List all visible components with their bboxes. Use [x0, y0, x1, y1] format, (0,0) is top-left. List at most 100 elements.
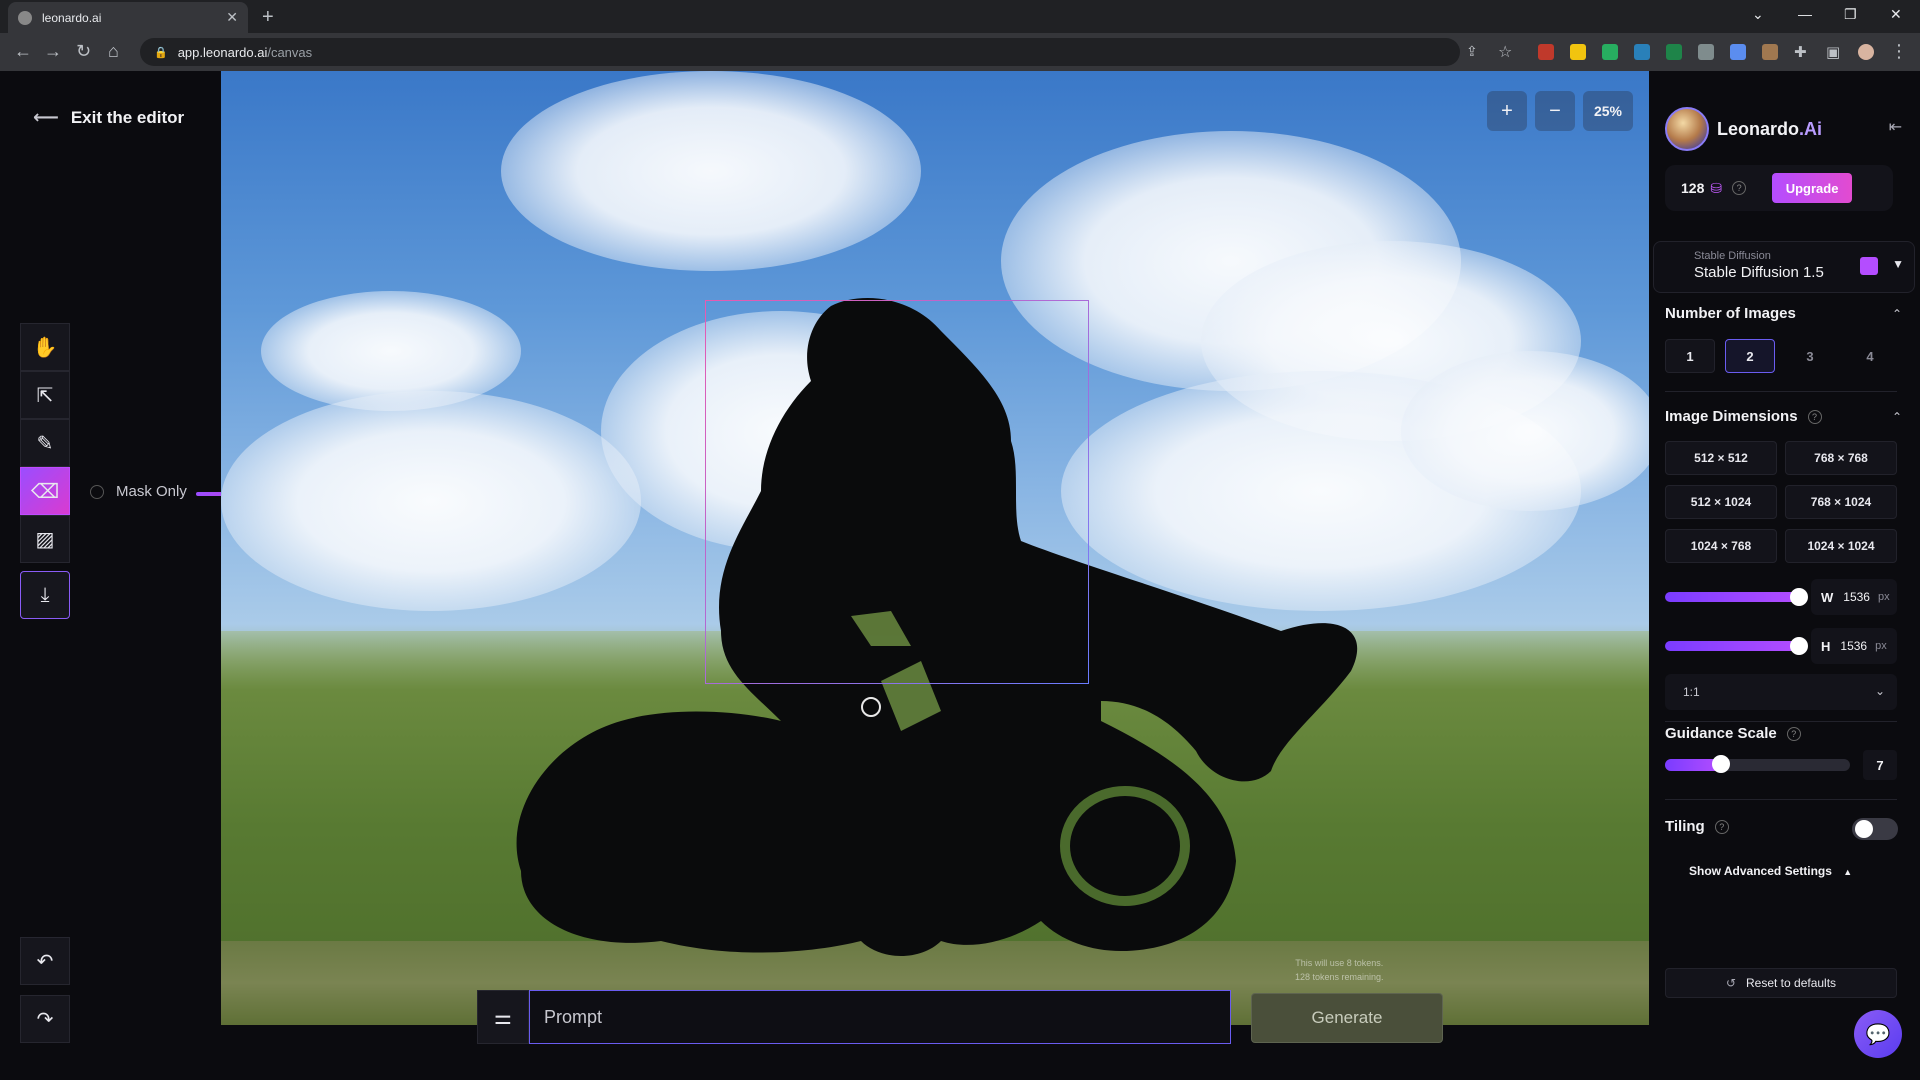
restore-icon[interactable]: ❐	[1844, 6, 1857, 23]
num-images-4[interactable]: 4	[1845, 339, 1895, 373]
reset-icon: ↺	[1725, 976, 1736, 990]
help-icon[interactable]: ?	[1714, 819, 1729, 834]
bookmark-star-icon[interactable]: ☆	[1498, 42, 1512, 62]
guidance-scale-knob[interactable]	[1711, 755, 1730, 773]
divider	[1665, 721, 1897, 722]
new-tab-icon[interactable]: +	[262, 6, 274, 29]
zoom-out-button[interactable]: −	[1535, 91, 1575, 131]
aspect-ratio-select[interactable]: 1:1 ⌄	[1665, 674, 1897, 710]
model-selector[interactable]: Stable Diffusion Stable Diffusion 1.5 ▼	[1653, 241, 1915, 293]
undo-button[interactable]: ↶	[20, 937, 70, 985]
extension-icon[interactable]	[1762, 44, 1778, 60]
brand-name: Leonardo.Ai	[1717, 119, 1822, 140]
num-images-1[interactable]: 1	[1665, 339, 1715, 373]
redo-icon: ↷	[36, 1008, 54, 1031]
share-icon[interactable]: ⇪	[1466, 43, 1478, 60]
tiling-toggle[interactable]	[1852, 818, 1898, 840]
dim-1024x768[interactable]: 1024 × 768	[1665, 529, 1777, 563]
chevron-up-icon[interactable]: ⌃	[1892, 410, 1902, 424]
hand-tool[interactable]: ✋	[20, 323, 70, 371]
exit-editor-label: Exit the editor	[70, 107, 185, 127]
image-dimensions-heading: Image Dimensions?	[1665, 408, 1822, 425]
help-icon[interactable]: ?	[1807, 409, 1822, 424]
exit-editor-button[interactable]: ⟵ Exit the editor	[33, 107, 184, 128]
dim-1024x1024[interactable]: 1024 × 1024	[1785, 529, 1897, 563]
profile-avatar[interactable]	[1858, 44, 1874, 60]
collapse-panel-icon[interactable]: ⇤	[1889, 117, 1902, 137]
image-canvas[interactable]: + − 25% This will use 8 tokens. 128 toke…	[221, 71, 1649, 1025]
close-tab-icon[interactable]: ✕	[226, 9, 238, 26]
dim-768x1024[interactable]: 768 × 1024	[1785, 485, 1897, 519]
divider	[1665, 391, 1897, 392]
token-cost-note: This will use 8 tokens. 128 tokens remai…	[1295, 956, 1384, 984]
close-window-icon[interactable]: ✕	[1890, 6, 1902, 23]
num-images-3[interactable]: 3	[1785, 339, 1835, 373]
side-panel-icon[interactable]: ▣	[1826, 43, 1840, 61]
dim-768x768[interactable]: 768 × 768	[1785, 441, 1897, 475]
extension-icon[interactable]	[1570, 44, 1586, 60]
caret-down-icon: ▼	[1892, 257, 1904, 271]
puzzle-extensions-icon[interactable]: ✚	[1794, 43, 1807, 61]
num-images-2[interactable]: 2	[1725, 339, 1775, 373]
erase-tool[interactable]: ⌫	[20, 467, 70, 515]
extension-icon[interactable]	[1602, 44, 1618, 60]
width-slider[interactable]	[1665, 588, 1808, 606]
tiling-title: Tiling	[1665, 818, 1705, 835]
generate-button[interactable]: Generate	[1251, 993, 1443, 1043]
leonardo-logo	[1665, 107, 1709, 151]
image-upload-tool[interactable]: ▨	[20, 515, 70, 563]
dim-512x512[interactable]: 512 × 512	[1665, 441, 1777, 475]
hand-icon: ✋	[32, 336, 58, 359]
mask-only-toggle[interactable]: Mask Only	[90, 483, 187, 500]
download-icon: ⤓	[40, 583, 50, 606]
chat-support-button[interactable]: 💬	[1854, 1010, 1902, 1058]
select-tool[interactable]: ⇱	[20, 371, 70, 419]
help-icon[interactable]: ?	[1786, 726, 1801, 741]
help-icon[interactable]: ?	[1732, 181, 1747, 195]
generation-frame[interactable]	[705, 300, 1089, 684]
select-icon: ⇱	[36, 384, 54, 407]
dim-512x1024[interactable]: 512 × 1024	[1665, 485, 1777, 519]
width-field[interactable]: W 1536 px	[1811, 579, 1897, 615]
forward-icon[interactable]: →	[44, 41, 62, 62]
address-bar[interactable]: 🔒 app.leonardo.ai/canvas	[140, 38, 1460, 66]
extension-icon[interactable]	[1666, 44, 1682, 60]
extension-icon[interactable]	[1730, 44, 1746, 60]
minimize-icon[interactable]: —	[1798, 6, 1812, 22]
height-slider-knob[interactable]	[1790, 637, 1808, 655]
browser-tab[interactable]: leonardo.ai ✕	[8, 2, 248, 33]
model-subtitle: Stable Diffusion	[1694, 250, 1771, 262]
height-unit: px	[1875, 640, 1887, 652]
upgrade-button[interactable]: Upgrade	[1772, 173, 1853, 203]
prompt-input[interactable]	[529, 990, 1231, 1044]
adblock-extension-icon[interactable]	[1538, 44, 1554, 60]
guidance-scale-slider[interactable]	[1665, 755, 1850, 773]
tab-search-icon[interactable]: ⌄	[1752, 6, 1764, 23]
prompt-settings-button[interactable]: ⚌	[477, 990, 529, 1044]
back-icon[interactable]: ←	[14, 41, 32, 62]
reset-to-defaults-button[interactable]: ↺ Reset to defaults	[1665, 968, 1897, 998]
height-slider[interactable]	[1665, 637, 1808, 655]
extension-icon[interactable]	[1634, 44, 1650, 60]
download-tool[interactable]: ⤓	[20, 571, 70, 619]
number-of-images-title: Number of Images	[1665, 305, 1796, 322]
draw-mask-tool[interactable]: ✎	[20, 419, 70, 467]
mask-only-radio[interactable]	[90, 484, 104, 499]
leonardo-canvas-editor: ⟵ Exit the editor ✋ ⇱ ✎ ⌫ ▨ ⤓ Mask Only …	[0, 71, 1920, 1080]
height-field[interactable]: H 1536 px	[1811, 628, 1897, 664]
width-slider-knob[interactable]	[1790, 588, 1808, 606]
zoom-in-button[interactable]: +	[1487, 91, 1527, 131]
browser-menu-icon[interactable]: ⋮	[1890, 41, 1908, 62]
redo-button[interactable]: ↷	[20, 995, 70, 1043]
aspect-ratio-value: 1:1	[1683, 685, 1700, 699]
chevron-up-icon[interactable]: ⌃	[1892, 307, 1902, 321]
reload-icon[interactable]: ↻	[76, 41, 91, 62]
home-icon[interactable]: ⌂	[108, 41, 119, 62]
favicon-icon	[18, 10, 32, 25]
guidance-scale-value[interactable]: 7	[1863, 750, 1897, 780]
zoom-level[interactable]: 25%	[1583, 91, 1633, 131]
camera-extension-icon[interactable]	[1698, 44, 1714, 60]
show-advanced-settings-button[interactable]: Show Advanced Settings ▲	[1689, 864, 1852, 878]
model-name: Stable Diffusion 1.5	[1694, 264, 1824, 281]
divider	[1665, 799, 1897, 800]
